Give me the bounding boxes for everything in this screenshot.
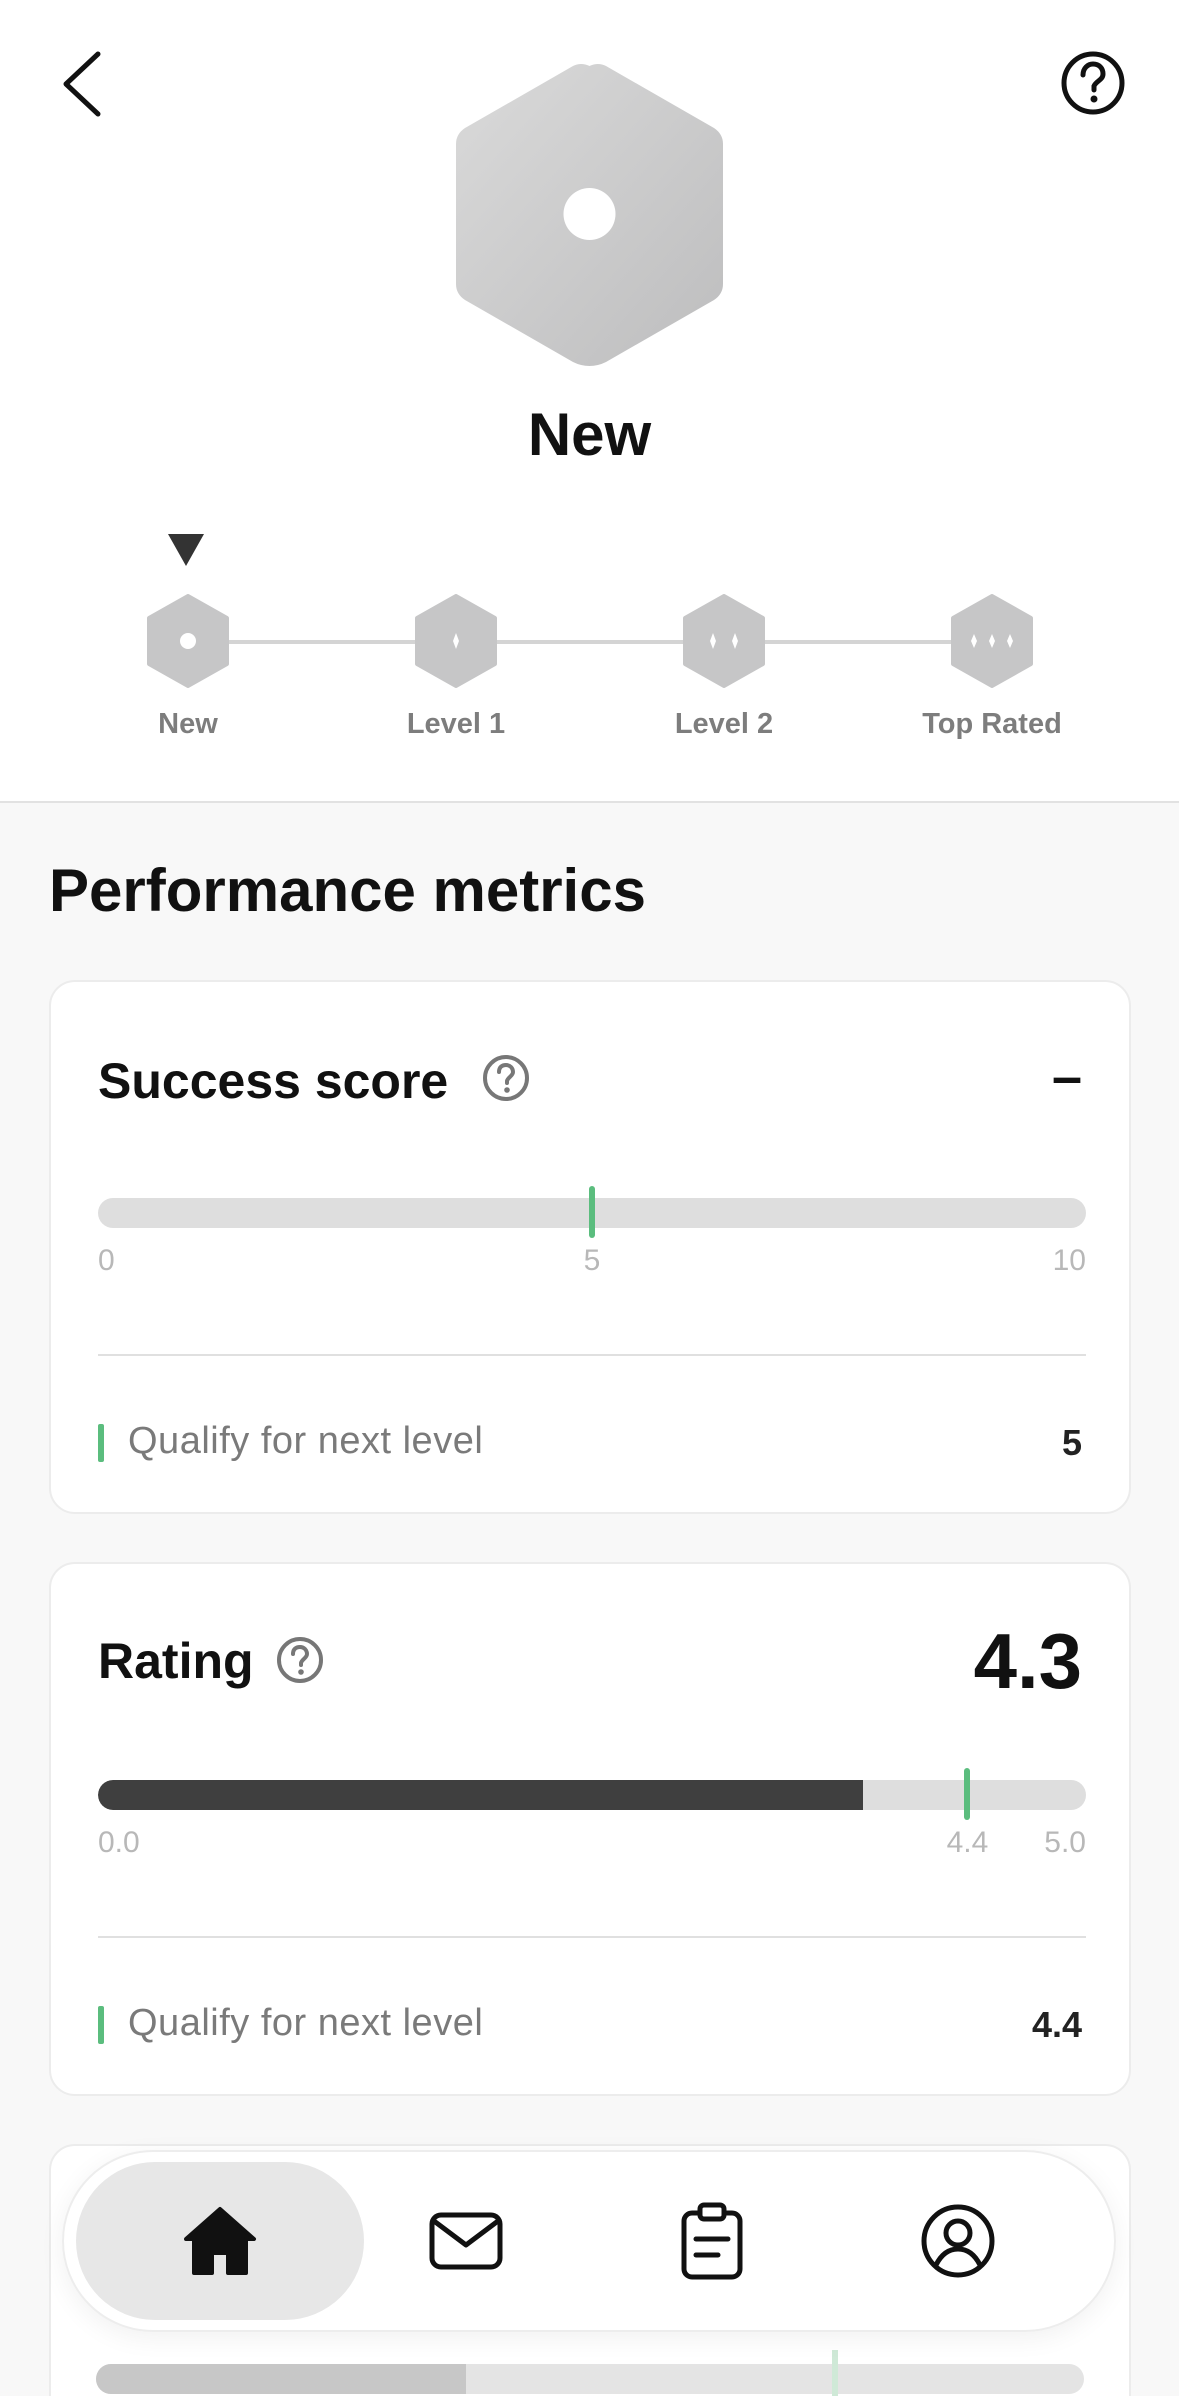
home-icon [184, 2207, 256, 2275]
level-top-rated-hex-icon[interactable] [950, 594, 1034, 688]
tick-label: 5.0 [1044, 1826, 1086, 1859]
envelope-icon [429, 2212, 503, 2270]
success-score-card: Success score – 0 5 10 Qualify for next … [49, 980, 1131, 1514]
next-metric-bar-fill [96, 2364, 466, 2394]
level-badge-icon [456, 64, 723, 366]
bottom-nav [62, 2150, 1116, 2332]
chevron-left-icon [63, 51, 101, 117]
rating-target-marker [964, 1768, 971, 1820]
nav-orders-button[interactable] [664, 2193, 760, 2289]
success-score-value: – [1051, 1047, 1082, 1107]
tick-label: 10 [1052, 1244, 1086, 1277]
nav-home-button[interactable] [172, 2193, 268, 2289]
level-label-top-rated: Top Rated [922, 708, 1062, 740]
question-circle-icon[interactable] [481, 1053, 531, 1103]
rating-value: 4.3 [973, 1617, 1082, 1705]
question-circle-icon[interactable] [275, 1635, 325, 1685]
rating-bar-fill [98, 1780, 863, 1810]
help-button[interactable] [1060, 50, 1126, 116]
qualify-label: Qualify for next level [128, 1420, 484, 1462]
divider [98, 1354, 1086, 1356]
level-track-line [188, 640, 992, 644]
rating-card: Rating 4.3 0.0 4.4 5.0 Qualify for next … [49, 1562, 1131, 2096]
tick-label: 4.4 [946, 1826, 989, 1859]
nav-profile-button[interactable] [910, 2193, 1006, 2289]
success-score-title: Success score [98, 1053, 449, 1109]
qualify-value: 5 [1061, 1422, 1082, 1463]
current-level-pointer-icon [168, 534, 204, 566]
qualify-accent [98, 1424, 104, 1462]
level-label-2: Level 2 [674, 708, 774, 740]
divider [98, 1936, 1086, 1938]
qualify-value: 4.4 [1031, 2004, 1082, 2045]
level-header: New New Level 1 Level 2 Top Rated [0, 0, 1179, 803]
level-new-hex-icon[interactable] [146, 594, 230, 688]
question-circle-icon [1061, 51, 1125, 115]
rating-title: Rating [98, 1633, 254, 1689]
level-1-hex-icon[interactable] [414, 594, 498, 688]
clipboard-icon [681, 2202, 743, 2280]
qualify-label: Qualify for next level [128, 2002, 484, 2044]
next-metric-marker [832, 2350, 838, 2396]
user-circle-icon [921, 2204, 995, 2278]
qualify-accent [98, 2006, 104, 2044]
level-2-hex-icon[interactable] [682, 594, 766, 688]
tick-label: 0.0 [98, 1826, 140, 1859]
next-metric-bar [96, 2364, 1084, 2394]
tick-label: 5 [583, 1244, 601, 1277]
back-button[interactable] [48, 44, 120, 124]
nav-messages-button[interactable] [418, 2193, 514, 2289]
section-title: Performance metrics [49, 857, 646, 924]
rating-bar [98, 1780, 1086, 1810]
success-score-target-marker [589, 1186, 595, 1238]
current-level-title: New [527, 401, 652, 468]
level-label-new: New [158, 708, 218, 740]
tick-label: 0 [98, 1244, 115, 1277]
level-label-1: Level 1 [406, 708, 506, 740]
